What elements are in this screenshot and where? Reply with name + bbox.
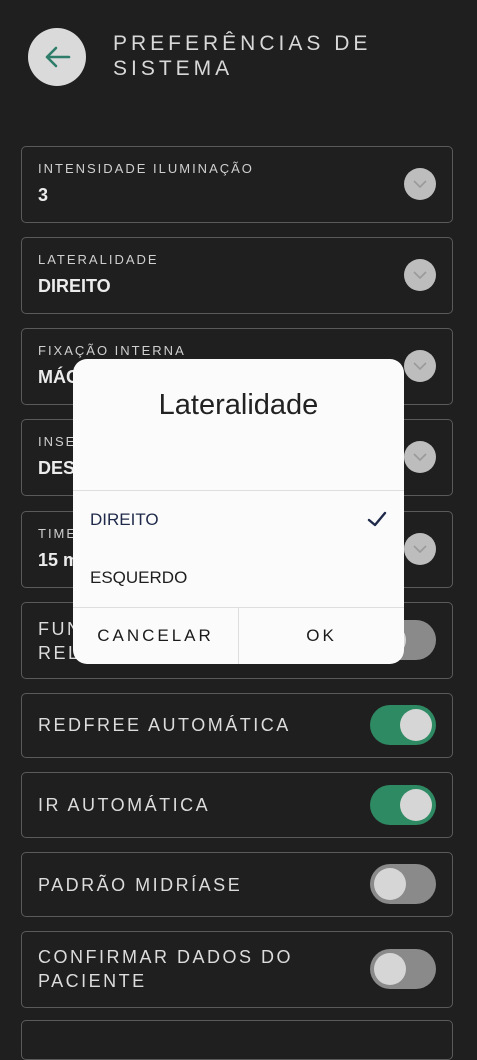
chevron-down-icon [404, 259, 436, 291]
ok-button[interactable]: OK [239, 608, 404, 664]
toggle-row-padrao-midriase[interactable]: PADRÃO MIDRÍASE [21, 852, 453, 917]
toggle-label: PADRÃO MIDRÍASE [38, 875, 243, 895]
chevron-down-icon [404, 350, 436, 382]
arrow-left-icon [45, 46, 71, 68]
list-item [21, 1020, 453, 1060]
select-lateralidade[interactable]: LATERALIDADE DIREITO [21, 237, 453, 314]
toggle-label: REDFREE AUTOMÁTICA [38, 715, 291, 735]
chevron-down-icon [404, 533, 436, 565]
cancel-button[interactable]: CANCELAR [73, 608, 238, 664]
toggle-switch[interactable] [370, 949, 436, 989]
option-direito[interactable]: DIREITO [73, 492, 404, 548]
chevron-down-icon [404, 168, 436, 200]
field-label: INTENSIDADE ILUMINAÇÃO [38, 161, 254, 176]
option-esquerdo[interactable]: ESQUERDO [73, 550, 404, 606]
field-label: LATERALIDADE [38, 252, 159, 267]
toggle-switch[interactable] [370, 785, 436, 825]
option-label: DIREITO [90, 510, 159, 529]
toggle-row-ir-automatica[interactable]: IR AUTOMÁTICA [21, 772, 453, 838]
toggle-label: IR AUTOMÁTICA [38, 795, 211, 815]
select-intensidade-iluminacao[interactable]: INTENSIDADE ILUMINAÇÃO 3 [21, 146, 453, 223]
field-value: DES [38, 458, 76, 478]
toggle-switch[interactable] [370, 705, 436, 745]
dialog-title: Lateralidade [158, 389, 319, 421]
lateralidade-dialog: Lateralidade DIREITO ESQUERDO CANCELAR O… [73, 359, 404, 664]
field-value: 3 [38, 185, 49, 205]
toggle-knob [400, 789, 432, 821]
check-icon [367, 511, 387, 527]
option-label: ESQUERDO [90, 568, 188, 587]
toggle-knob [374, 953, 406, 985]
field-value: DIREITO [38, 276, 111, 296]
toggle-row-redfree-automatica[interactable]: REDFREE AUTOMÁTICA [21, 693, 453, 758]
chevron-down-icon [404, 441, 436, 473]
page-title: PREFERÊNCIAS DE SISTEMA [113, 32, 372, 80]
back-button[interactable] [28, 28, 86, 86]
field-label: TIME [38, 526, 78, 541]
field-label: FIXAÇÃO INTERNA [38, 343, 186, 358]
toggle-row-confirmar-dados[interactable]: CONFIRMAR DADOS DO PACIENTE [21, 931, 453, 1008]
field-label: INSE [38, 434, 77, 449]
toggle-knob [374, 868, 406, 900]
divider [73, 490, 404, 491]
toggle-knob [400, 709, 432, 741]
toggle-label: CONFIRMAR DADOS DO PACIENTE [38, 947, 294, 991]
toggle-switch[interactable] [370, 864, 436, 904]
